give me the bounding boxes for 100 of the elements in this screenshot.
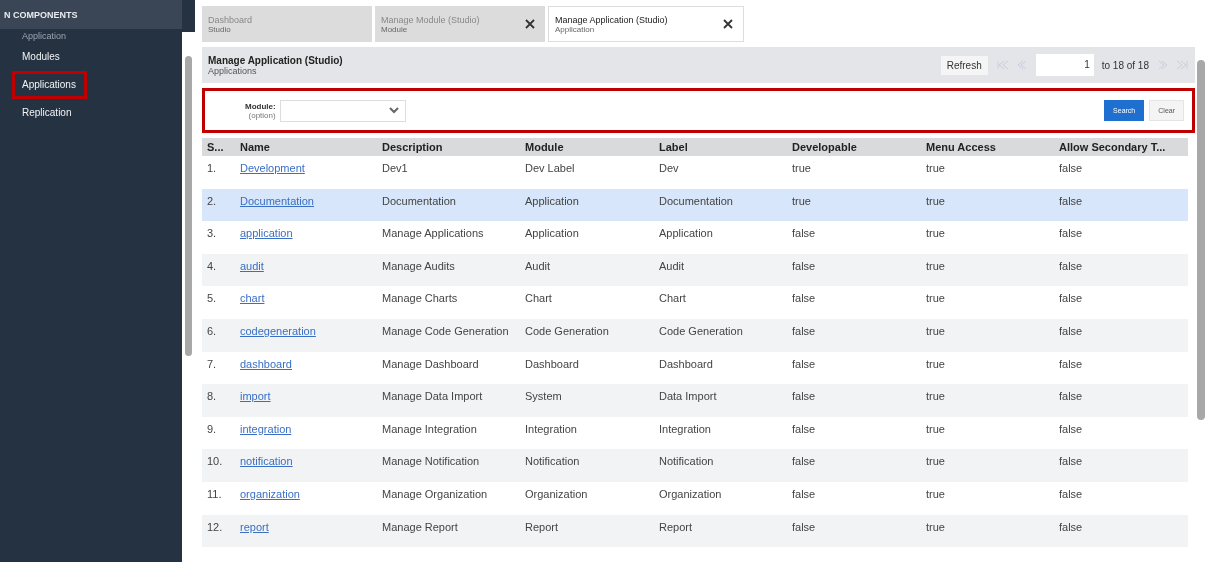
table-cell: Documentation	[382, 194, 456, 207]
next-page-icon[interactable]	[1157, 60, 1167, 70]
table-cell: Application	[525, 194, 579, 207]
column-header[interactable]: Menu Access	[921, 138, 1054, 156]
sidebar-item[interactable]: Applications	[12, 71, 87, 99]
table-row[interactable]: 12. report Manage Report Report Report false true false	[202, 514, 1188, 548]
table-cell: Dev	[659, 162, 679, 174]
sidebar-item[interactable]: Modules	[0, 43, 182, 71]
table-cell: false	[792, 259, 816, 272]
name-link[interactable]: organization	[240, 487, 300, 500]
table-cell: true	[926, 227, 945, 240]
column-header[interactable]: Label	[654, 138, 787, 156]
table-cell: true	[926, 292, 945, 305]
table-row[interactable]: 10. notification Manage Notification Notification Notification false true false	[202, 449, 1188, 482]
table-cell: Organization	[525, 487, 588, 500]
table-cell: false	[1059, 194, 1083, 207]
table-cell: false	[1059, 520, 1083, 533]
table-cell: Dev1	[382, 162, 408, 174]
page-range: to 18 of 18	[1101, 59, 1149, 71]
table-cell: true	[926, 422, 945, 435]
chevron-down-icon	[388, 107, 399, 114]
table-cell: 5.	[207, 292, 217, 305]
module-dropdown[interactable]	[279, 99, 406, 122]
table-cell: Manage Code Generation	[382, 324, 509, 337]
table-cell: 9.	[207, 422, 217, 435]
first-page-icon[interactable]	[995, 60, 1010, 70]
table-row[interactable]: 9. integration Manage Integration Integration Integration false true false	[202, 416, 1188, 450]
table-cell: true	[792, 194, 811, 207]
name-link[interactable]: application	[240, 227, 293, 240]
table-cell: false	[792, 455, 816, 468]
name-link[interactable]: dashboard	[240, 357, 292, 370]
tab[interactable]: Manage Application (Studio) Application	[548, 6, 744, 42]
table-cell: Application	[659, 227, 713, 240]
table-cell: false	[792, 390, 816, 403]
table-cell: false	[1059, 227, 1083, 240]
table-cell: true	[926, 390, 945, 403]
table-row[interactable]: 11. organization Manage Organization Organization Organization false true false	[202, 481, 1188, 515]
table-cell: Manage Integration	[382, 422, 477, 435]
table-cell: false	[1059, 487, 1083, 500]
table-row[interactable]: 1. Development Dev1 Dev Label Dev true true false	[202, 156, 1188, 189]
previous-page-icon[interactable]	[1017, 60, 1028, 70]
table-cell: false	[792, 324, 816, 337]
table-cell: 11.	[207, 487, 222, 500]
name-link[interactable]: Documentation	[240, 194, 314, 207]
table-cell: Report	[659, 520, 693, 533]
column-header[interactable]: Description	[377, 138, 520, 156]
table-cell: 7.	[207, 357, 217, 370]
table-cell: Manage Applications	[382, 227, 484, 240]
table-row[interactable]: 8. import Manage Data Import System Data Import false true false	[202, 384, 1188, 417]
name-link[interactable]: integration	[240, 422, 292, 435]
table-cell: Manage Audits	[382, 259, 455, 272]
table-cell: false	[1059, 357, 1083, 370]
table-row[interactable]: 5. chart Manage Charts Chart Chart false true false	[202, 286, 1188, 319]
name-link[interactable]: Development	[240, 162, 305, 174]
sidebar-item[interactable]: Replication	[0, 99, 182, 127]
name-link[interactable]: audit	[240, 259, 264, 272]
close-icon[interactable]	[723, 19, 733, 29]
table-cell: Audit	[659, 259, 685, 272]
table-cell: false	[1059, 162, 1083, 174]
name-link[interactable]: codegeneration	[240, 324, 316, 337]
last-page-icon[interactable]	[1175, 60, 1189, 70]
sidebar-item[interactable]: Application	[0, 29, 182, 43]
table-cell: Dashboard	[659, 357, 713, 370]
field-label: Module:	[245, 101, 276, 111]
table-cell: true	[926, 162, 945, 174]
tab[interactable]: Manage Module (Studio) Module	[375, 6, 545, 42]
refresh-button[interactable]: Refresh	[940, 55, 988, 75]
table-cell: Manage Dashboard	[382, 357, 479, 370]
table-cell: Manage Report	[382, 520, 458, 533]
column-header[interactable]: S...	[202, 138, 235, 156]
table-cell: Documentation	[659, 194, 733, 207]
table-cell: true	[926, 520, 945, 533]
column-header[interactable]: Developable	[787, 138, 921, 156]
name-link[interactable]: notification	[240, 455, 293, 468]
table-cell: false	[1059, 292, 1083, 305]
name-link[interactable]: report	[240, 520, 269, 533]
table-cell: false	[1059, 390, 1083, 403]
table-cell: Code Generation	[659, 324, 743, 337]
table-cell: false	[792, 487, 816, 500]
table-cell: true	[926, 357, 945, 370]
table-row[interactable]: 3. application Manage Applications Application Application false true false	[202, 221, 1188, 254]
close-icon[interactable]	[525, 19, 535, 29]
table-row[interactable]: 7. dashboard Manage Dashboard Dashboard Dashboard false true false	[202, 351, 1188, 385]
table-cell: 8.	[207, 390, 217, 403]
table-cell: Application	[525, 227, 579, 240]
table-cell: true	[926, 194, 945, 207]
table-cell: Notification	[525, 455, 580, 468]
table-cell: 4.	[207, 259, 217, 272]
column-header[interactable]: Module	[520, 138, 654, 156]
tab[interactable]: Dashboard Studio	[202, 6, 372, 42]
column-header[interactable]: Name	[235, 138, 377, 156]
name-link[interactable]: import	[240, 390, 271, 403]
table-cell: Data Import	[659, 390, 717, 403]
scrollbar[interactable]	[182, 32, 195, 562]
page-number-field[interactable]: 1	[1035, 54, 1094, 76]
column-header[interactable]: Allow Secondary T...	[1054, 138, 1188, 156]
table-cell: 1.	[207, 162, 217, 174]
table-cell: 12.	[207, 520, 223, 533]
field-hint: (option)	[247, 110, 276, 120]
name-link[interactable]: chart	[240, 292, 265, 305]
